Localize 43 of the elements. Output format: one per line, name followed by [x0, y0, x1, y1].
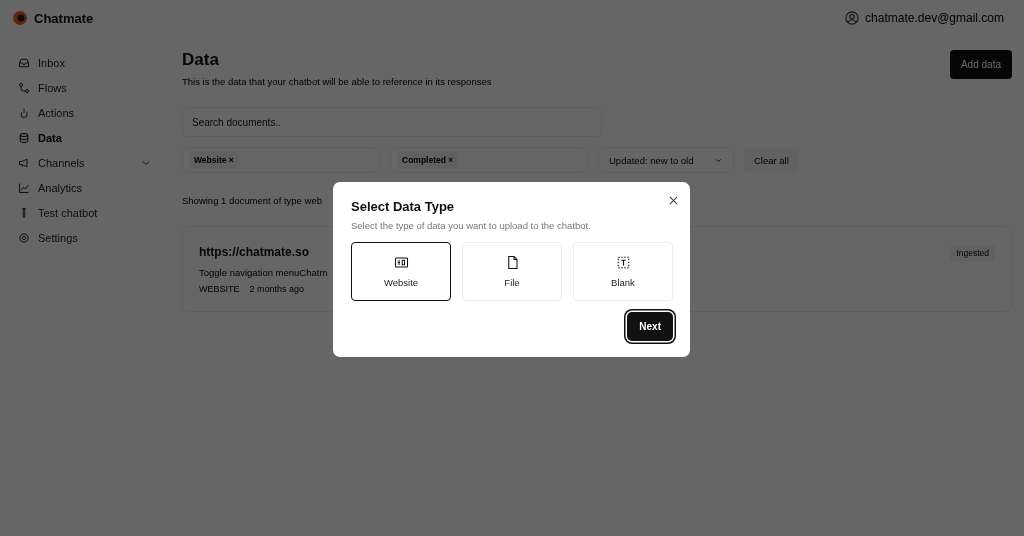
document-time: 2 months ago: [249, 284, 305, 294]
sidebar-item[interactable]: Test chatbot: [10, 202, 160, 224]
data-type-option[interactable]: File: [462, 242, 562, 301]
clear-all-button[interactable]: Clear all: [744, 147, 799, 173]
search-field[interactable]: Search documents..: [182, 107, 602, 137]
results-summary: Showing 1 document of type web: [182, 195, 322, 206]
sidebar-item[interactable]: Inbox: [10, 52, 160, 74]
analytics-icon: [18, 182, 30, 194]
website-icon: [393, 255, 409, 270]
document-excerpt: Toggle navigation menuChatm: [199, 267, 328, 278]
account-email: chatmate.dev@gmail.com: [865, 11, 1004, 25]
brand-name: Chatmate: [34, 10, 94, 26]
document-title: https://chatmate.so: [199, 245, 310, 259]
filter-tag[interactable]: Website ×: [189, 152, 239, 168]
actions-icon: [18, 107, 30, 119]
filter-field[interactable]: Website ×: [182, 147, 380, 173]
add-data-button[interactable]: Add data: [949, 50, 1012, 79]
sidebar-item[interactable]: Analytics: [10, 177, 160, 199]
settings-icon: [18, 232, 30, 244]
blank-icon: [615, 255, 631, 270]
sidebar-item[interactable]: Actions: [10, 102, 160, 124]
data-icon: [18, 132, 30, 144]
sidebar-item[interactable]: Settings: [10, 227, 160, 249]
page-subtitle: This is the data that your chatbot will be able to reference in its responses: [182, 76, 492, 87]
close-button[interactable]: [669, 194, 678, 207]
next-button[interactable]: Next: [627, 312, 673, 341]
document-type: WEBSITE: [199, 284, 240, 294]
dialog-title: Select Data Type: [351, 199, 456, 214]
sidebar-item[interactable]: Data: [10, 127, 160, 149]
sidebar-item[interactable]: Channels: [10, 152, 160, 174]
flows-icon: [18, 82, 30, 94]
channels-icon: [18, 157, 30, 169]
sort-select[interactable]: Updated: new to old: [598, 147, 734, 173]
data-type-option[interactable]: Website: [351, 242, 451, 301]
inbox-icon: [18, 57, 30, 69]
filter-tag[interactable]: Completed ×: [397, 152, 459, 168]
logo-icon: [12, 10, 28, 26]
filter-field[interactable]: Completed ×: [390, 147, 588, 173]
status-badge: Ingested: [950, 245, 995, 261]
user-icon: [845, 11, 860, 25]
sidebar-item[interactable]: Flows: [10, 77, 160, 99]
page-title: Data: [182, 50, 220, 70]
data-type-option[interactable]: Blank: [573, 242, 673, 301]
